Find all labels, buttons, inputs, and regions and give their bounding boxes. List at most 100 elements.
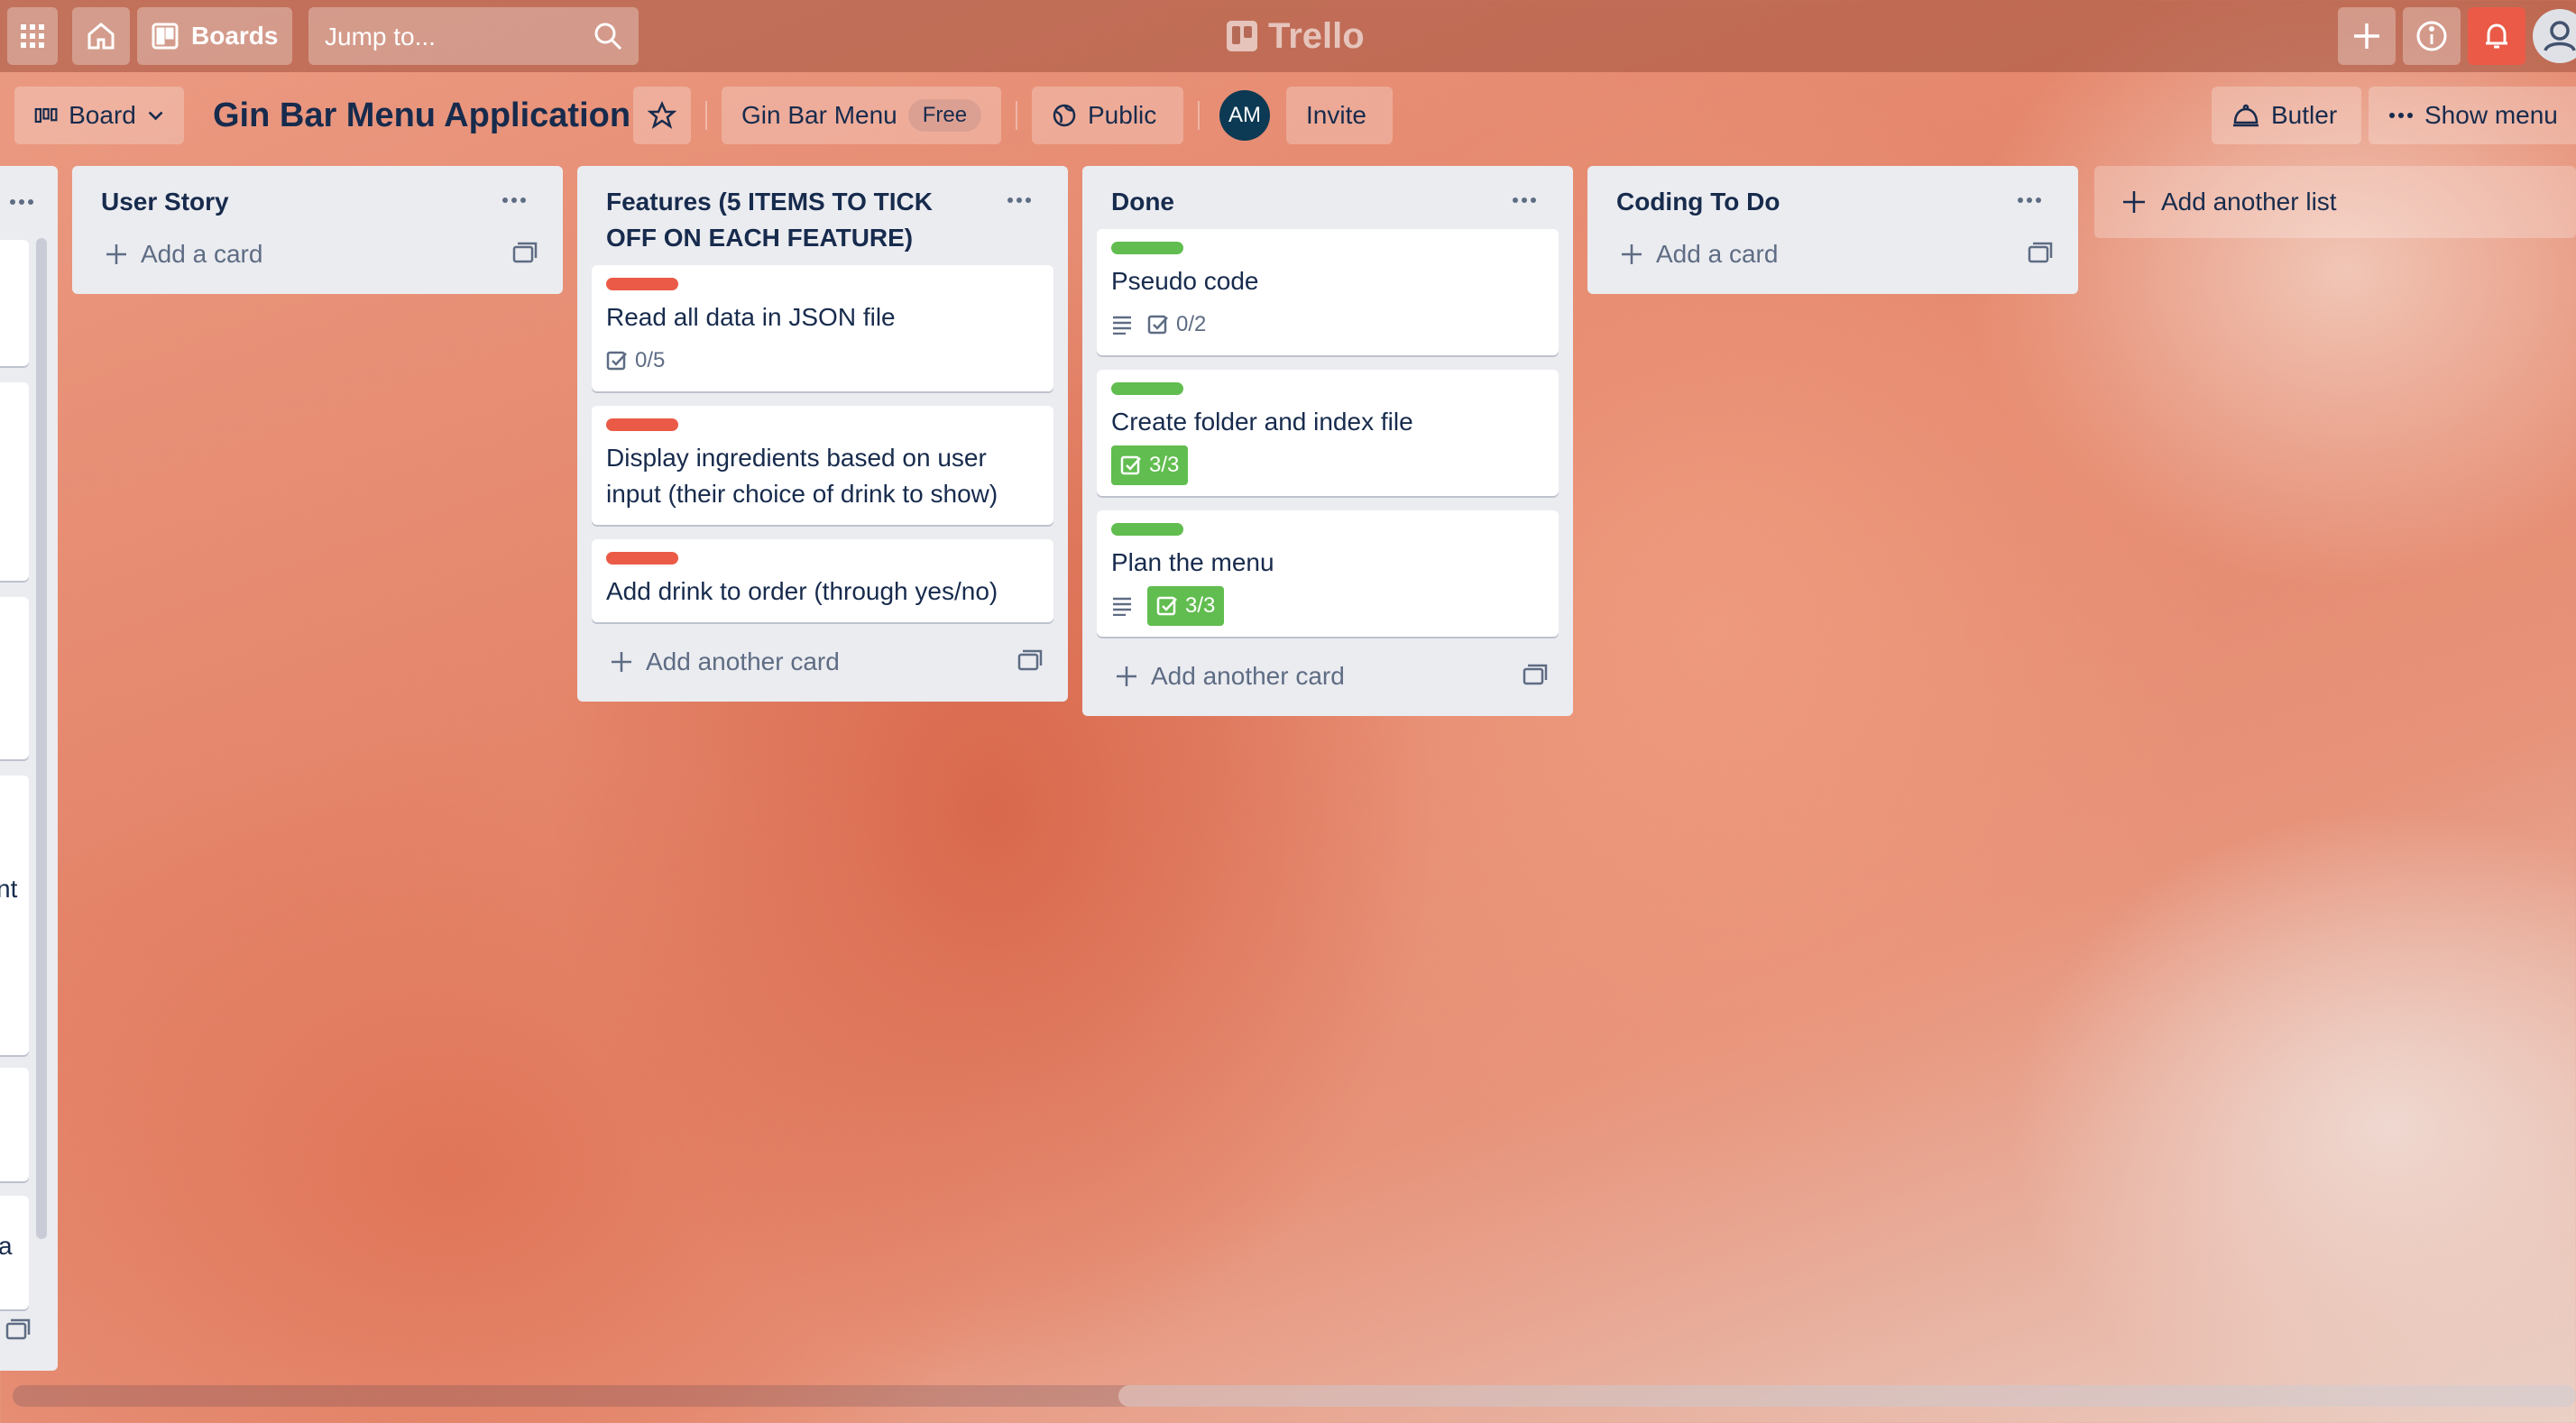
workspace-button[interactable]: Gin Bar Menu Free [722,87,1001,144]
globe-icon [1053,104,1076,127]
card-label[interactable] [606,418,678,431]
add-card-label: Add another card [646,647,840,675]
more-icon [1007,197,1031,203]
info-button[interactable] [2403,7,2461,65]
list-header[interactable]: Done [1097,166,1559,229]
checklist-icon [1120,455,1141,475]
create-button[interactable] [2338,7,2396,65]
card-title: Create folder and index file [1111,408,1413,436]
apps-grid-icon [21,24,44,48]
list-title[interactable]: Coding To Do [1616,188,1780,216]
card-label[interactable] [1111,382,1183,395]
card[interactable]: Read all data in JSON file 0/5 [592,265,1053,391]
invite-label: Invite [1306,101,1366,129]
trello-logo[interactable]: Trello [1227,13,1365,60]
template-icon[interactable] [1017,649,1043,673]
chevron-down-icon [148,111,163,121]
search-input[interactable] [323,7,588,67]
list-menu-button[interactable] [2010,182,2049,218]
add-card-button[interactable]: Add another card [592,637,1053,687]
template-icon[interactable] [1523,664,1548,687]
card[interactable]: Pseudo code 0/2 [1097,229,1559,355]
description-icon [1113,597,1131,616]
logo-text: Trello [1268,15,1365,56]
list-done: Done Pseudo code 0/2 Create folder and i… [1082,166,1573,716]
checklist-badge-complete: 3/3 [1147,586,1225,626]
notifications-button[interactable] [2468,7,2525,65]
checklist-icon [606,351,627,371]
card-label[interactable] [1111,242,1183,254]
bell-icon [2486,23,2507,49]
checklist-count: 3/3 [1149,453,1180,477]
add-card-button[interactable]: Add another card [1097,651,1559,702]
plus-icon [612,652,631,672]
template-icon[interactable] [5,1318,31,1342]
board-scrollbar-thumb[interactable] [1118,1385,2576,1407]
template-icon[interactable] [512,242,538,265]
workspace-name: Gin Bar Menu [741,101,897,129]
partial-card[interactable] [0,240,29,366]
board-view-label: Board [69,101,136,129]
workspace-plan-badge: Free [907,99,982,132]
search-box[interactable] [308,7,639,67]
invite-button[interactable]: Invite [1286,87,1393,144]
card-label[interactable] [606,278,678,290]
card-badges: 3/3 [1111,586,1544,626]
partial-card-text: a [0,1232,13,1260]
member-initials: AM [1228,103,1261,127]
partial-card[interactable]: nt [0,776,29,1055]
list-title[interactable]: Done [1111,188,1174,216]
card-label[interactable] [1111,523,1183,536]
list-title[interactable]: Features (5 ITEMS TO TICK OFF ON EACH FE… [606,188,933,252]
plus-icon [106,244,126,264]
checklist-badge: 0/5 [606,341,665,381]
show-menu-button[interactable]: Show menu [2369,87,2576,144]
butler-button[interactable]: Butler [2212,87,2361,144]
checklist-count: 0/2 [1176,312,1207,336]
add-card-button[interactable]: Add a card [87,229,548,280]
visibility-button[interactable]: Public [1032,87,1183,144]
more-icon [2018,197,2041,203]
info-icon [2416,21,2447,51]
header-divider [1016,101,1017,130]
card-label[interactable] [606,552,678,565]
list-scrollbar[interactable] [36,238,47,1239]
list-header[interactable]: Coding To Do [1602,166,2064,229]
board-title[interactable]: Gin Bar Menu Application [213,90,630,141]
list-header[interactable]: Features (5 ITEMS TO TICK OFF ON EACH FE… [592,166,1053,265]
add-list-button[interactable]: Add another list [2094,166,2576,238]
plus-icon [2123,191,2145,213]
card[interactable]: Display ingredients based on user input … [592,406,1053,525]
list-menu-button[interactable] [1504,182,1544,218]
list-header[interactable]: User Story [87,166,548,229]
board-header: Board Gin Bar Menu Application Gin Bar M… [0,87,2576,144]
partial-card[interactable] [0,382,29,581]
star-button[interactable] [633,87,691,144]
partial-card[interactable] [0,1068,29,1181]
list-menu-button[interactable] [999,182,1039,218]
card[interactable]: Create folder and index file 3/3 [1097,370,1559,496]
card[interactable]: Plan the menu 3/3 [1097,510,1559,637]
partial-card-text: nt [0,875,18,903]
member-avatar[interactable]: AM [1219,90,1270,141]
partial-card[interactable]: a [0,1196,29,1309]
partial-card[interactable] [0,597,29,759]
home-button[interactable] [72,7,130,65]
list-menu-button[interactable] [494,182,534,218]
show-menu-label: Show menu [2424,101,2558,129]
board-view-switcher[interactable]: Board [14,87,184,144]
apps-grid-button[interactable] [7,7,58,65]
boards-button[interactable]: Boards [137,7,293,65]
more-icon [2389,113,2413,118]
board-view-icon [34,107,58,124]
template-icon[interactable] [2028,242,2053,265]
checklist-badge-complete: 3/3 [1111,445,1189,485]
card-title: Add drink to order (through yes/no) [606,577,998,605]
list-menu-icon[interactable] [9,198,34,206]
card[interactable]: Add drink to order (through yes/no) [592,539,1053,622]
add-card-button[interactable]: Add a card [1602,229,2064,280]
list-title[interactable]: User Story [101,188,229,216]
checklist-icon [1156,596,1177,616]
card-title: Read all data in JSON file [606,303,896,331]
account-avatar[interactable] [2533,9,2576,63]
